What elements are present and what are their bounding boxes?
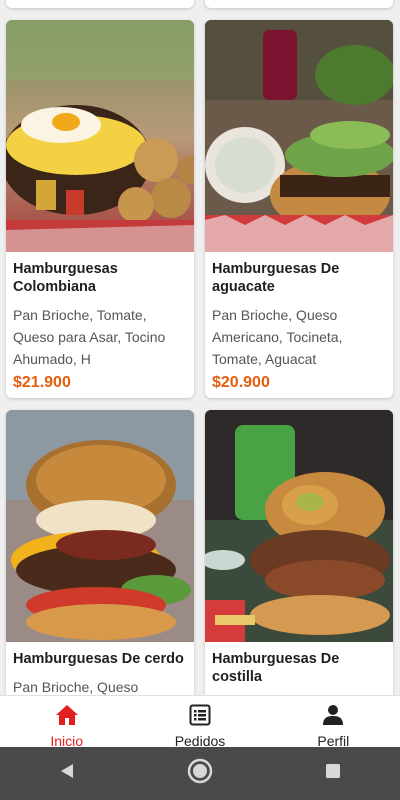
product-card[interactable]: Hamburguesas De costilla xyxy=(205,410,393,695)
product-image xyxy=(6,410,194,642)
product-title: Hamburguesas De aguacate xyxy=(212,261,340,295)
product-title: Hamburguesas De cerdo xyxy=(13,651,184,667)
product-price: $21.900 xyxy=(13,374,71,391)
list-icon xyxy=(189,704,211,731)
product-card-partial[interactable] xyxy=(205,0,393,8)
product-image xyxy=(205,410,393,642)
product-card[interactable]: Hamburguesas Colombiana Pan Brioche, Tom… xyxy=(6,20,194,398)
home-button[interactable] xyxy=(180,754,220,794)
nav-item-pedidos[interactable]: Pedidos xyxy=(133,696,266,749)
product-image xyxy=(205,20,393,252)
bottom-navigation: Inicio Pedidos Perfil xyxy=(0,695,400,749)
product-description: Pan Brioche, Queso xyxy=(13,679,139,695)
product-image xyxy=(6,20,194,252)
person-icon xyxy=(322,704,344,731)
product-card[interactable]: Hamburguesas De aguacate Pan Brioche, Qu… xyxy=(205,20,393,398)
product-description: Pan Brioche, Queso Americano, Tocineta, … xyxy=(212,307,343,367)
product-price: $20.900 xyxy=(212,374,270,391)
recents-square-icon xyxy=(324,762,342,785)
recents-button[interactable] xyxy=(313,754,353,794)
product-description: Pan Brioche, Tomate, Queso para Asar, To… xyxy=(13,307,166,367)
product-title: Hamburguesas De costilla xyxy=(212,651,340,685)
nav-item-perfil[interactable]: Perfil xyxy=(267,696,400,749)
home-circle-icon xyxy=(187,758,213,789)
product-card[interactable]: Hamburguesas De cerdo Pan Brioche, Queso xyxy=(6,410,194,695)
system-navigation-bar xyxy=(0,747,400,800)
product-title: Hamburguesas Colombiana xyxy=(13,261,118,295)
home-icon xyxy=(55,704,79,731)
product-card-partial[interactable] xyxy=(6,0,194,8)
back-button[interactable] xyxy=(47,754,87,794)
nav-item-inicio[interactable]: Inicio xyxy=(0,696,133,749)
product-grid[interactable]: Hamburguesas Colombiana Pan Brioche, Tom… xyxy=(0,0,400,695)
back-triangle-icon xyxy=(58,762,76,785)
